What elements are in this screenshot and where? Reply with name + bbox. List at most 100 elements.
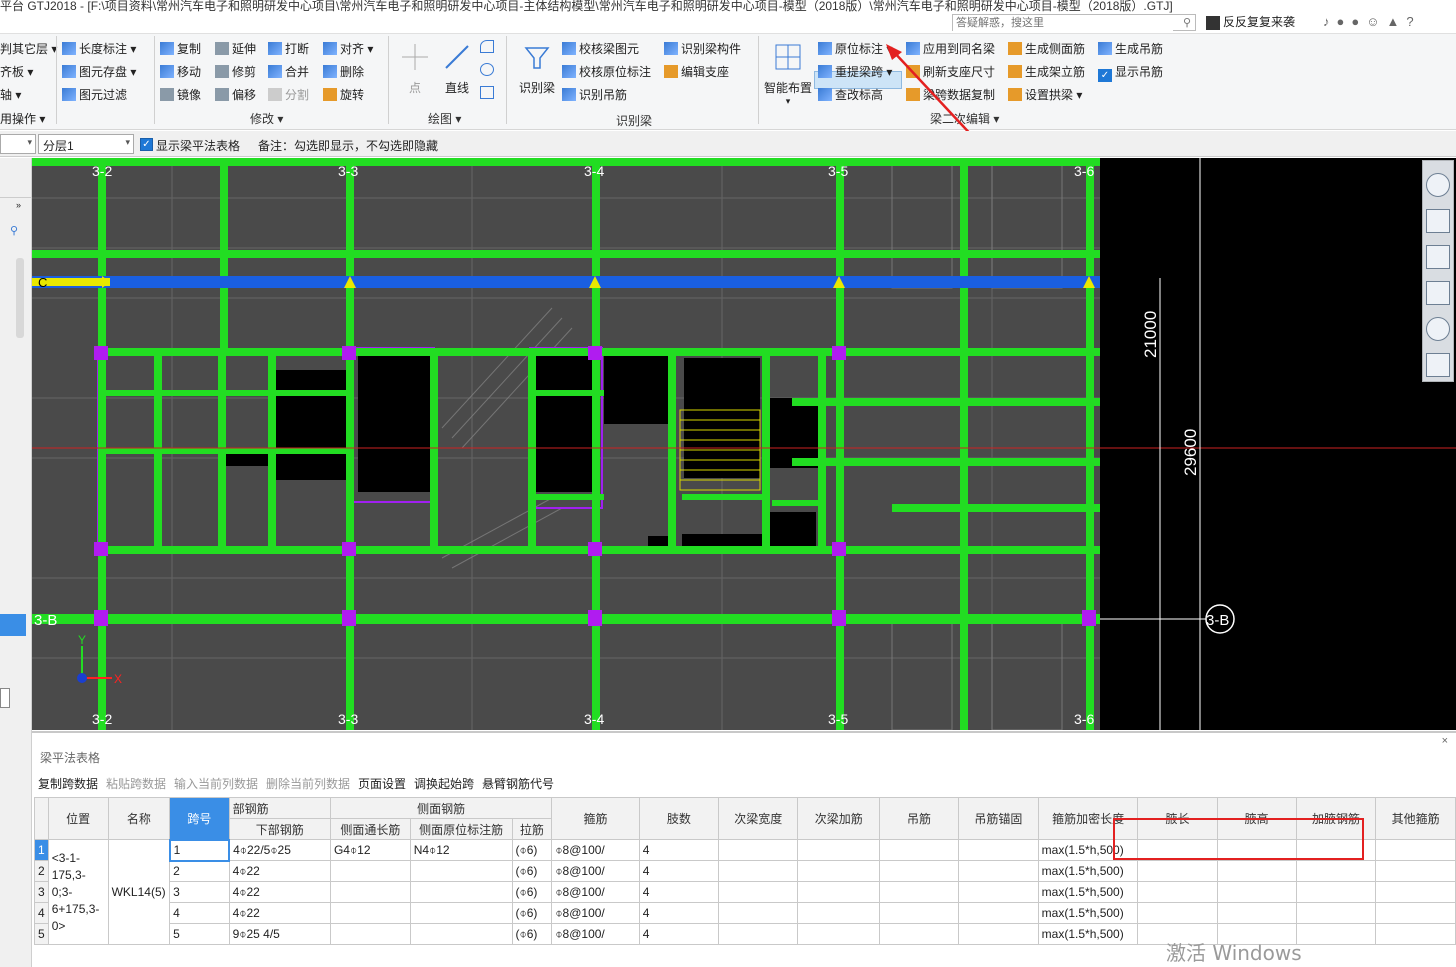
cantilever-code-button[interactable]: 悬臂钢筋代号 [482,775,554,792]
header-span[interactable]: 跨号 [169,797,230,840]
table-row[interactable]: 2 2 4⌽22 (⌽6) ⌽8@100/4 max(1.5*h,500) [34,860,1456,882]
search-icon[interactable]: ⚲ [1183,16,1191,29]
cell-haunch-rebar[interactable] [1295,860,1377,882]
cell-haunch-rebar[interactable] [1295,881,1377,903]
cell-dense-length[interactable]: max(1.5*h,500) [1037,860,1139,882]
cell-sec-width[interactable] [717,923,799,945]
cell-legs[interactable]: 4 [638,839,719,861]
filter-element-button[interactable]: 图元过滤 [62,86,127,103]
cell-bottom[interactable]: 4⌽22/5⌽25 [228,839,331,861]
cell-dense-length[interactable]: max(1.5*h,500) [1037,881,1139,903]
cell-hanger[interactable] [878,839,960,861]
shirt-icon[interactable]: ▲ [1387,14,1407,29]
cell-side-through[interactable]: G4⌽12 [329,839,411,861]
header-tie[interactable]: 拉筋 [511,818,553,840]
delete-column-data-button[interactable]: 删除当前列数据 [266,775,350,792]
set-arch-beam-button[interactable]: 设置拱梁 ▾ [1008,86,1082,103]
split-button[interactable]: 分割 [268,86,309,103]
arc-button[interactable] [480,40,497,54]
cell-side-through[interactable] [329,902,411,924]
face-icon[interactable]: ☺ [1366,14,1386,29]
cell-legs[interactable]: 4 [638,902,719,924]
cell-haunch-len[interactable] [1137,902,1218,924]
check-beam-button[interactable]: 校核梁图元 [562,40,639,57]
header-legs[interactable]: 肢数 [638,797,719,840]
header-side-local[interactable]: 侧面原位标注筋 [409,818,513,840]
cell-haunch-rebar[interactable] [1295,923,1377,945]
offset-button[interactable]: 偏移 [215,86,256,103]
ribbon-item-other-layers[interactable]: 判其它层 ▾ [0,40,57,57]
cell-other-stirrup[interactable] [1375,902,1456,924]
paste-span-data-button[interactable]: 粘贴跨数据 [106,775,166,792]
expand-icon[interactable]: » [16,200,21,210]
show-hanger-checkbox[interactable]: ✓ 显示吊筋 [1098,63,1163,82]
view-settings-icon[interactable] [1426,353,1450,377]
cell-haunch-h[interactable] [1216,860,1297,882]
bell-icon[interactable]: ♪ [1323,14,1337,29]
cell-hanger-anchor[interactable] [958,839,1039,861]
cell-legs[interactable]: 4 [638,881,719,903]
cell-bottom[interactable]: 4⌽22 [228,902,331,924]
header-hanger-anchor[interactable]: 吊筋锚固 [958,797,1039,840]
cell-bottom[interactable]: 4⌽22 [228,860,331,882]
header-sec-add[interactable]: 次梁加筋 [797,797,880,840]
smart-layout-button[interactable]: 智能布置 ▾ [762,42,814,107]
rotate-button[interactable]: 旋转 [323,86,364,103]
show-beam-table-checkbox[interactable]: ✓ [140,138,153,151]
cell-other-stirrup[interactable] [1375,923,1456,945]
rect-button[interactable] [480,86,497,100]
identify-beam-member-button[interactable]: 识别梁构件 [664,40,741,57]
gen-erection-rebar-button[interactable]: 生成架立筋 [1008,63,1085,80]
cell-side-local[interactable] [409,902,513,924]
floor-select[interactable]: ▾ [0,134,36,154]
identify-beam-button[interactable]: 识别梁 [514,42,560,96]
cell-span[interactable]: 5 [169,923,230,945]
ribbon-item-slab[interactable]: 齐板 ▾ [0,63,33,80]
cell-position[interactable]: <3-1-175,3-0;3-6+175,3-0> [47,839,109,945]
cell-hanger-anchor[interactable] [958,902,1039,924]
header-hanger[interactable]: 吊筋 [878,797,960,840]
cell-stirrup[interactable]: ⌽8@100/ [551,860,640,882]
cell-sec-add[interactable] [797,902,880,924]
cell-side-local[interactable] [409,881,513,903]
header-bottom-group[interactable]: 部钢筋 [228,797,331,819]
cell-sec-add[interactable] [797,923,880,945]
cell-tie[interactable]: (⌽6) [511,923,553,945]
row-index[interactable]: 3 [34,881,49,903]
search-icon[interactable]: ⚲ [10,224,18,237]
length-dim-button[interactable]: 长度标注 ▾ [62,40,136,57]
cell-sec-width[interactable] [717,881,799,903]
cell-side-local[interactable]: N4⌽12 [409,839,513,861]
identify-hanger-button[interactable]: 识别吊筋 [562,86,627,103]
check-local-annotation-button[interactable]: 校核原位标注 [562,63,651,80]
panel-checkbox[interactable] [0,688,10,708]
view-3d-icon[interactable] [1426,209,1450,233]
cell-hanger-anchor[interactable] [958,881,1039,903]
header-position[interactable]: 位置 [47,797,109,840]
copy-span-data-button[interactable]: 复制跨数据 [38,775,98,792]
ribbon-item-axis[interactable]: 轴 ▾ [0,86,21,103]
cell-sec-width[interactable] [717,839,799,861]
cell-span[interactable]: 2 [169,860,230,882]
cell-sec-add[interactable] [797,881,880,903]
align-button[interactable]: 对齐 ▾ [323,40,373,57]
mirror-button[interactable]: 镜像 [160,86,201,103]
cell-other-stirrup[interactable] [1375,860,1456,882]
cell-bottom[interactable]: 4⌽22 [228,881,331,903]
cell-name[interactable]: WKL14(5) [107,839,171,945]
save-element-button[interactable]: 图元存盘 ▾ [62,63,136,80]
cell-sec-width[interactable] [717,902,799,924]
cell-haunch-h[interactable] [1216,881,1297,903]
view-sphere-icon[interactable] [1426,173,1450,197]
cell-sec-add[interactable] [797,839,880,861]
cell-span[interactable]: 3 [169,881,230,903]
cell-dense-length[interactable]: max(1.5*h,500) [1037,902,1139,924]
cell-tie[interactable]: (⌽6) [511,902,553,924]
row-index[interactable]: 2 [34,860,49,882]
move-button[interactable]: 移动 [160,63,201,80]
input-column-data-button[interactable]: 输入当前列数据 [174,775,258,792]
chat-icon[interactable]: ● [1337,14,1352,29]
cell-bottom[interactable]: 9⌽25 4/5 [228,923,331,945]
cell-stirrup[interactable]: ⌽8@100/ [551,839,640,861]
cell-hanger[interactable] [878,923,960,945]
